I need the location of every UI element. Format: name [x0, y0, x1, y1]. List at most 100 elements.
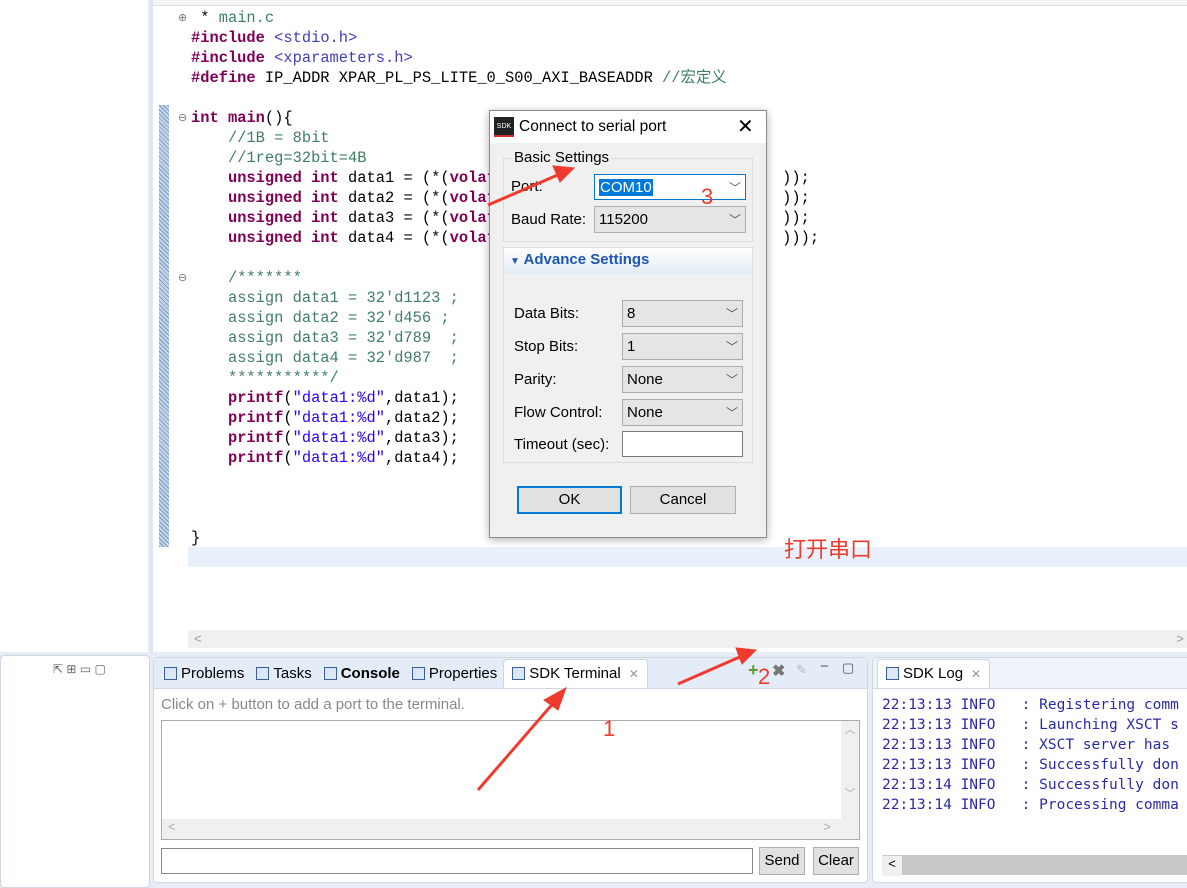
tab-sdk-log[interactable]: SDK Log ✕ — [877, 659, 991, 688]
terminal-panel: Problems Tasks Console Properties SDK Te… — [153, 657, 868, 883]
annotation-step-2: 2 — [758, 664, 771, 689]
log-line: 22:13:13 INFO : Registering comm — [882, 697, 1179, 713]
connect-serial-dialog: SDK Connect to serial port ✕ Basic Setti… — [489, 110, 767, 538]
code-line[interactable]: * main.c — [191, 8, 819, 28]
log-icon — [886, 667, 899, 680]
flow-control-label: Flow Control: — [514, 404, 603, 421]
code-token: unsigned int — [227, 209, 339, 227]
basic-settings-label: Basic Settings — [512, 149, 612, 166]
code-line[interactable]: #include <xparameters.h> — [191, 48, 819, 68]
scroll-right-icon[interactable]: > — [1176, 631, 1184, 646]
scroll-left-icon[interactable]: < — [194, 631, 202, 646]
terminal-vertical-scrollbar[interactable]: ︿ ﹀ — [841, 721, 859, 821]
chevron-down-icon: ﹀ — [725, 307, 738, 321]
tab-sdk-terminal[interactable]: SDK Terminal ✕ — [503, 659, 648, 688]
tab-problems[interactable]: Problems — [158, 665, 250, 688]
send-button[interactable]: Send — [759, 847, 805, 875]
editor-horizontal-scrollbar[interactable]: < > — [188, 630, 1187, 648]
code-token: unsigned int — [227, 229, 339, 247]
log-tabbar: SDK Log ✕ — [873, 658, 1187, 689]
ok-button[interactable]: OK — [517, 486, 622, 514]
clear-icon[interactable]: ✎ — [796, 662, 807, 678]
timeout-label: Timeout (sec): — [514, 436, 610, 453]
data-bits-value: 8 — [627, 305, 636, 322]
log-line: 22:13:13 INFO : XSCT server has — [882, 737, 1179, 753]
log-text: 22:13:13 INFO : Registering comm 22:13:13… — [882, 695, 1179, 815]
stop-bits-select[interactable]: 1 ﹀ — [622, 333, 743, 360]
port-select[interactable]: COM10 ﹀ — [594, 174, 746, 200]
code-token: <xparameters.h> — [274, 49, 413, 67]
data-bits-select[interactable]: 8 ﹀ — [622, 300, 743, 327]
minimize-icon[interactable]: − — [820, 658, 829, 675]
dialog-titlebar: SDK Connect to serial port ✕ — [490, 111, 766, 143]
left-bottom-panel: ⇱ ⊞ ▭ ▢ — [0, 655, 150, 888]
code-token: data1 = (*( — [338, 169, 450, 187]
data-bits-label: Data Bits: — [514, 305, 580, 322]
chevron-down-icon: ﹀ — [725, 340, 738, 354]
code-token: IP_ADDR XPAR_PL_PS_LITE_0_S00_AXI_BASEAD… — [255, 69, 663, 87]
advance-settings-label: Advance Settings — [523, 251, 650, 268]
toolbar-icons[interactable]: ⇱ ⊞ ▭ ▢ — [53, 662, 106, 676]
tab-tasks[interactable]: Tasks — [250, 665, 317, 688]
code-token: assign data2 = 32'd456 ; — [227, 309, 450, 327]
code-token: printf — [227, 429, 284, 447]
current-line-highlight — [188, 547, 1187, 567]
port-label: Port: — [511, 178, 543, 195]
annotation-note: 打开串口 — [784, 537, 873, 562]
tab-properties[interactable]: Properties — [406, 665, 503, 688]
code-token: printf — [227, 389, 284, 407]
change-marker — [159, 105, 169, 547]
baud-rate-select[interactable]: 115200 ﹀ — [594, 206, 746, 233]
flow-control-select[interactable]: None ﹀ — [622, 399, 743, 426]
parity-select[interactable]: None ﹀ — [622, 366, 743, 393]
terminal-send-input[interactable] — [161, 848, 753, 874]
chevron-down-icon: ﹀ — [728, 180, 741, 195]
advance-settings-header[interactable]: ▼ Advance Settings — [504, 248, 752, 274]
remove-port-icon[interactable]: ✖ — [772, 661, 785, 681]
cancel-button[interactable]: Cancel — [630, 486, 736, 514]
code-token: ( — [283, 449, 293, 467]
add-port-icon[interactable]: + — [748, 660, 759, 681]
code-token: printf — [227, 449, 284, 467]
close-icon[interactable]: ✕ — [737, 114, 754, 139]
dialog-title: Connect to serial port — [519, 118, 667, 135]
baud-rate-label: Baud Rate: — [511, 211, 587, 228]
code-token: printf — [227, 409, 284, 427]
collapse-icon[interactable]: ⊖ — [178, 111, 187, 124]
log-horizontal-scrollbar[interactable]: < — [882, 855, 1187, 876]
close-tab-icon[interactable]: ✕ — [971, 667, 981, 681]
properties-icon — [411, 667, 425, 680]
code-line[interactable] — [191, 88, 819, 108]
log-line: 22:13:14 INFO : Processing comma — [882, 797, 1179, 813]
code-token: ( — [283, 409, 293, 427]
left-pane — [0, 0, 148, 652]
close-tab-icon[interactable]: ✕ — [629, 667, 639, 681]
collapse-icon[interactable]: ⊖ — [178, 271, 187, 284]
tab-console[interactable]: Console — [318, 665, 406, 688]
code-token: "data1:%d" — [292, 389, 385, 407]
maximize-icon[interactable]: ▢ — [842, 660, 854, 676]
parity-value: None — [627, 371, 663, 388]
terminal-horizontal-scrollbar[interactable]: < > — [162, 819, 859, 839]
tab-label: SDK Terminal — [529, 665, 621, 682]
code-token: /******* — [227, 269, 302, 287]
code-token: //1B = 8bit — [227, 129, 330, 147]
code-line[interactable]: #include <stdio.h> — [191, 28, 819, 48]
expand-icon[interactable]: ⊕ — [178, 11, 187, 24]
terminal-icon — [512, 667, 526, 680]
timeout-input[interactable] — [622, 431, 743, 457]
code-line[interactable]: #define IP_ADDR XPAR_PL_PS_LITE_0_S00_AX… — [191, 68, 819, 88]
clear-button[interactable]: Clear — [813, 847, 859, 875]
code-token: ,data3); — [384, 429, 459, 447]
terminal-output[interactable]: ︿ ﹀ < > — [161, 720, 860, 840]
tab-label: Properties — [428, 665, 498, 682]
code-token: int — [191, 109, 219, 127]
baud-value: 115200 — [599, 211, 648, 228]
